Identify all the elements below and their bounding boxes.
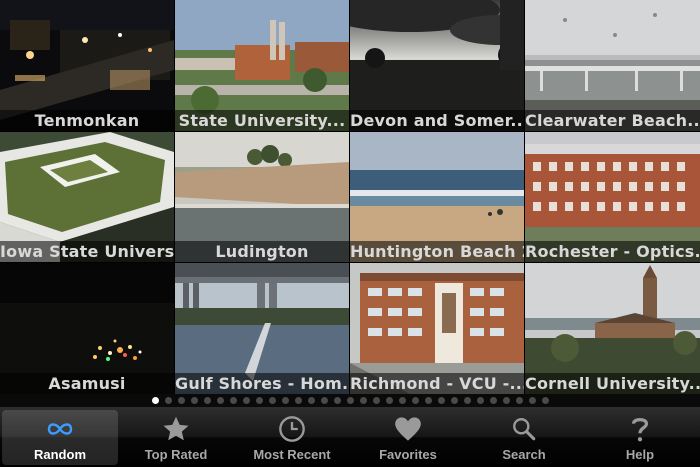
star-icon [161, 414, 191, 444]
webcam-title: Huntington Beach 2 [350, 241, 524, 262]
page-dot[interactable] [411, 397, 419, 404]
webcam-title: Gulf Shores - Hom... [175, 373, 349, 394]
webcam-title: Devon and Somer... [350, 110, 524, 131]
webcam-title: State University... [175, 110, 349, 131]
tab-random[interactable]: Random [2, 410, 118, 465]
webcam-title: Cornell University... [525, 373, 700, 394]
webcam-title: Rochester - Optics... [525, 241, 700, 262]
webcam-tile-state-university[interactable]: State University... [175, 0, 349, 131]
page-dot[interactable] [190, 397, 198, 404]
page-dot[interactable] [502, 397, 510, 404]
page-dot[interactable] [151, 397, 159, 404]
webcam-title: Iowa State Univers... [0, 241, 174, 262]
webcam-tile-iowa-state-university[interactable]: Iowa State Univers... [0, 132, 174, 262]
page-dot[interactable] [437, 397, 445, 404]
tab-label: Help [625, 447, 655, 462]
page-dot[interactable] [216, 397, 224, 404]
page-dot[interactable] [528, 397, 536, 404]
tab-most-recent[interactable]: Most Recent [234, 410, 350, 465]
page-dot[interactable] [463, 397, 471, 404]
tab-label: Most Recent [253, 447, 331, 462]
page-dot[interactable] [281, 397, 289, 404]
tab-label: Random [34, 447, 86, 462]
tab-top-rated[interactable]: Top Rated [118, 410, 234, 465]
webcam-tile-asamusi[interactable]: Asamusi [0, 263, 174, 394]
webcam-tile-richmond-vcu[interactable]: Richmond - VCU -... [350, 263, 524, 394]
webcam-tile-cornell-university[interactable]: Cornell University... [525, 263, 700, 394]
page-dot[interactable] [307, 397, 315, 404]
page-dot[interactable] [294, 397, 302, 404]
page-dot[interactable] [385, 397, 393, 404]
page-dot[interactable] [203, 397, 211, 404]
webcam-tile-devon-and-somerset[interactable]: Devon and Somer... [350, 0, 524, 131]
infinity-icon [45, 414, 75, 444]
page-dot[interactable] [320, 397, 328, 404]
page-indicator[interactable] [0, 394, 700, 407]
webcam-tile-tenmonkan[interactable]: Tenmonkan [0, 0, 174, 131]
page-dot[interactable] [398, 397, 406, 404]
webcam-tile-gulf-shores[interactable]: Gulf Shores - Hom... [175, 263, 349, 394]
clock-icon [277, 414, 307, 444]
webcam-title: Richmond - VCU -... [350, 373, 524, 394]
webcam-title: Asamusi [0, 373, 174, 394]
heart-icon [393, 414, 423, 444]
webcam-title: Tenmonkan [0, 110, 174, 131]
webcam-tile-huntington-beach-2[interactable]: Huntington Beach 2 [350, 132, 524, 262]
page-dot[interactable] [255, 397, 263, 404]
search-icon [509, 414, 539, 444]
tab-favorites[interactable]: Favorites [350, 410, 466, 465]
page-dot[interactable] [450, 397, 458, 404]
page-dot[interactable] [515, 397, 523, 404]
tab-label: Favorites [379, 447, 437, 462]
page-dot[interactable] [164, 397, 172, 404]
tab-bar: Random Top Rated Most Recent Favorites S… [0, 407, 700, 467]
help-icon [625, 414, 655, 444]
page-dot[interactable] [333, 397, 341, 404]
page-dot[interactable] [177, 397, 185, 404]
tab-help[interactable]: Help [582, 410, 698, 465]
page-dot[interactable] [229, 397, 237, 404]
page-dot[interactable] [346, 397, 354, 404]
webcam-grid: Tenmonkan State University... Devon and … [0, 0, 700, 394]
page-dot[interactable] [424, 397, 432, 404]
webcam-title: Clearwater Beach... [525, 110, 700, 131]
page-dot[interactable] [372, 397, 380, 404]
page-dot[interactable] [359, 397, 367, 404]
tab-label: Top Rated [144, 447, 208, 462]
page-dot[interactable] [242, 397, 250, 404]
page-dot[interactable] [268, 397, 276, 404]
page-dot[interactable] [489, 397, 497, 404]
webcam-tile-ludington[interactable]: Ludington [175, 132, 349, 262]
webcam-tile-rochester-optics[interactable]: Rochester - Optics... [525, 132, 700, 262]
webcam-title: Ludington [175, 241, 349, 262]
page-dot[interactable] [541, 397, 549, 404]
webcam-tile-clearwater-beach[interactable]: Clearwater Beach... [525, 0, 700, 131]
page-dot[interactable] [476, 397, 484, 404]
tab-label: Search [502, 447, 546, 462]
tab-search[interactable]: Search [466, 410, 582, 465]
